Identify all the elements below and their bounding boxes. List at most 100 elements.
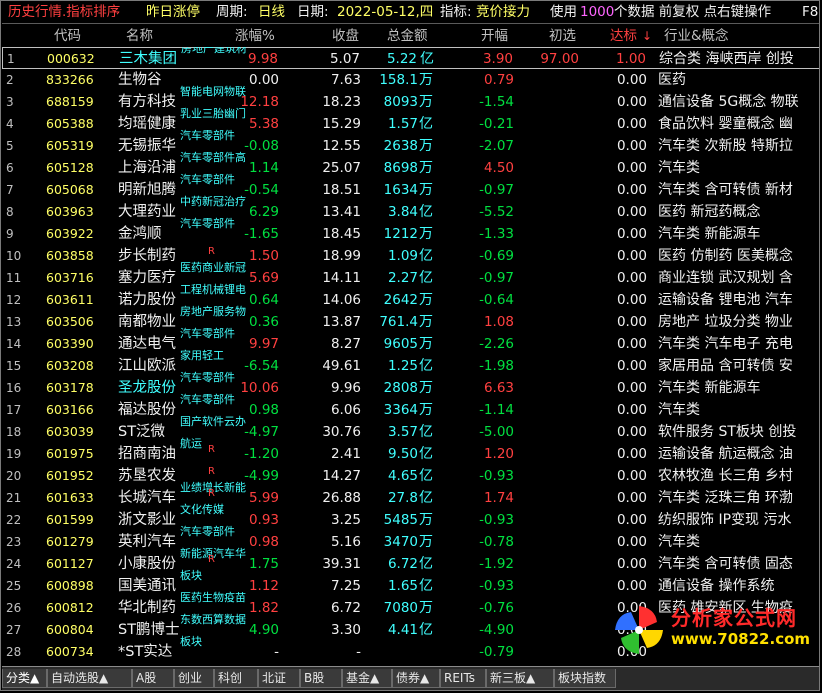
row-number: 10 <box>6 249 22 263</box>
tab-5[interactable]: 北证 <box>258 669 300 688</box>
table-row[interactable]: 2 833266 生物谷 0.00 7.63 158.1 万 0.79 0.00 医药 <box>2 69 819 91</box>
table-row[interactable]: 25 600898 国美通讯 板块 1.12 7.25 1.65 亿 -0.93 0.00 通信设备… <box>2 570 819 597</box>
turnover-amount: 4.65 <box>387 468 418 484</box>
reach-score: 0.00 <box>616 226 647 242</box>
open-pct: -0.79 <box>479 644 514 660</box>
col-initial[interactable]: 初选 <box>549 26 576 46</box>
industry-concepts: 汽车类 新能源车 <box>658 226 761 242</box>
open-pct: 1.74 <box>483 490 514 506</box>
col-open[interactable]: 开幅 <box>481 26 508 46</box>
turnover-unit: 亿 <box>419 270 433 286</box>
stock-name: 华北制药 <box>118 600 176 616</box>
open-pct: -0.64 <box>479 292 514 308</box>
concept-tag: 汽车零部件 <box>180 371 235 384</box>
initial-score: 97.00 <box>540 51 579 67</box>
table-row[interactable]: 15 603208 江山欧派 家用轻工 -6.54 49.61 1.25 亿 -1.98 0.00… <box>2 350 819 377</box>
row-number: 16 <box>6 381 22 395</box>
title-date-label: 日期: <box>297 4 329 20</box>
stock-code: 603178 <box>46 380 94 395</box>
tab-1[interactable]: 自动选股▲ <box>47 669 132 688</box>
table-row[interactable]: 24 601127 小康股份 新能源汽车华 R 1.75 39.31 6.72 亿 -1.92 0.… <box>2 548 819 575</box>
concept-tag: 工程机械锂电 <box>180 283 246 296</box>
turnover-unit: 亿 <box>420 51 434 67</box>
stock-code: 603390 <box>46 336 94 351</box>
table-row[interactable]: 12 603611 诺力股份 工程机械锂电 0.64 14.06 2642 万 -0.64 0.0… <box>2 284 819 311</box>
table-row[interactable]: 8 603963 大理药业 中药新冠治疗 6.29 13.41 3.84 亿 -5.52 0.00… <box>2 196 819 223</box>
tab-4[interactable]: 科创 <box>214 669 258 688</box>
change-pct: 0.98 <box>248 534 279 550</box>
tab-10[interactable]: 新三板▲ <box>486 669 554 688</box>
row-number: 12 <box>6 293 22 307</box>
title-date-value[interactable]: 2022-05-12,四 <box>337 2 433 23</box>
tab-7[interactable]: 基金▲ <box>342 669 392 688</box>
col-amount[interactable]: 总金额 <box>387 26 428 46</box>
table-row[interactable]: 9 603922 金鸿顺 汽车零部件 -1.65 18.45 1212 万 -1.33 0.00 汽… <box>2 218 819 245</box>
change-pct: 1.12 <box>248 578 279 594</box>
table-row[interactable]: 6 605128 上海沿浦 汽车零部件高 1.14 25.07 8698 万 4.50 0.00 汽… <box>2 152 819 179</box>
close-price: 18.99 <box>322 248 361 264</box>
col-industry[interactable]: 行业&概念 <box>664 26 729 46</box>
change-pct: 1.75 <box>248 556 279 572</box>
change-pct: 1.14 <box>248 160 279 176</box>
turnover-unit: 亿 <box>419 358 433 374</box>
table-row[interactable]: 11 603716 塞力医疗 医药商业新冠 5.69 14.11 2.27 亿 -0.97 0.0… <box>2 262 819 289</box>
change-pct: 10.06 <box>240 380 279 396</box>
table-row[interactable]: 23 601279 英利汽车 汽车零部件 0.98 5.16 3470 万 -0.78 0.00 汽… <box>2 526 819 553</box>
turnover-amount: 1212 <box>383 226 418 242</box>
close-price: 13.87 <box>322 314 361 330</box>
title-indicator-value[interactable]: 竞价接力 <box>476 2 530 23</box>
concept-tag: 乳业三胎幽门 <box>180 107 246 120</box>
table-row[interactable]: 10 603858 步长制药 R 1.50 18.99 1.09 亿 -0.69 0.00 医药 仿… <box>2 245 819 267</box>
table-row[interactable]: 16 603178 圣龙股份 汽车零部件 10.06 9.96 2808 万 6.63 0.00 汽… <box>2 372 819 399</box>
col-code[interactable]: 代码 <box>54 26 81 46</box>
table-row[interactable]: 13 603506 南都物业 房地产服务物 0.36 13.87 761.4 万 1.08 0.0… <box>2 306 819 333</box>
tab-0[interactable]: 分类▲ <box>2 669 47 688</box>
stock-table: 1 000632 三木集团 房地产建筑材 9.98 5.07 5.22 亿 3.90 97.00 1… <box>2 47 819 665</box>
title-period-value[interactable]: 日线 <box>258 2 285 23</box>
tab-2[interactable]: A股 <box>132 669 174 688</box>
concept-tag: 航运 <box>180 437 202 450</box>
table-row[interactable]: 4 605388 均瑶健康 乳业三胎幽门 5.38 15.29 1.57 亿 -0.21 0.00… <box>2 108 819 135</box>
tab-3[interactable]: 创业 <box>174 669 214 688</box>
concept-tag: 汽车零部件 <box>180 393 235 406</box>
col-reach[interactable]: 达标 <box>610 26 637 46</box>
industry-concepts: 医药 新冠药概念 <box>658 204 761 220</box>
industry-concepts: 汽车类 <box>658 534 700 550</box>
col-close[interactable]: 收盘 <box>332 26 359 46</box>
table-row[interactable]: 18 603039 ST泛微 国产软件云办 -4.97 30.76 3.57 亿 -5.00 0.… <box>2 416 819 443</box>
industry-concepts: 通信设备 5G概念 物联 <box>658 94 799 110</box>
col-name[interactable]: 名称 <box>126 26 153 46</box>
table-row[interactable]: 19 601975 招商南油 航运 R -1.20 2.41 9.50 亿 1.20 0.00 运输设… <box>2 438 819 465</box>
tab-6[interactable]: B股 <box>300 669 342 688</box>
open-pct: -0.93 <box>479 578 514 594</box>
row-number: 25 <box>6 579 22 593</box>
stock-name: 苏垦农发 <box>118 468 176 484</box>
close-price: 49.61 <box>322 358 361 374</box>
change-pct: -6.54 <box>244 358 279 374</box>
table-row[interactable]: 20 601952 苏垦农发 R -4.99 14.27 4.65 亿 -0.93 0.00 农林牧… <box>2 465 819 487</box>
tab-8[interactable]: 债券▲ <box>392 669 440 688</box>
table-row[interactable]: 22 601599 浙文影业 文化传媒 0.93 3.25 5485 万 -0.93 0.00 纺织… <box>2 504 819 531</box>
stock-name: 通达电气 <box>118 336 176 352</box>
industry-concepts: 食品饮料 婴童概念 幽 <box>658 116 793 132</box>
table-row[interactable]: 7 605068 明新旭腾 汽车零部件 -0.54 18.51 1634 万 -0.97 0.00… <box>2 174 819 201</box>
table-row[interactable]: 17 603166 福达股份 汽车零部件 0.98 6.06 3364 万 -1.14 0.00 汽… <box>2 394 819 421</box>
industry-concepts: 汽车类 <box>658 402 700 418</box>
row-number: 11 <box>6 271 22 285</box>
reach-score: 0.00 <box>616 446 647 462</box>
stock-name: 浙文影业 <box>118 512 176 528</box>
table-row[interactable]: 5 605319 无锡振华 汽车零部件 -0.08 12.55 2638 万 -2.07 0.00… <box>2 130 819 157</box>
table-row[interactable]: 21 601633 长城汽车 业绩增长新能 R 5.99 26.88 27.8 亿 1.74 0.0… <box>2 482 819 509</box>
tab-11[interactable]: 板块指数 <box>554 669 616 688</box>
tab-9[interactable]: REITs <box>440 669 486 688</box>
table-row[interactable]: 1 000632 三木集团 房地产建筑材 9.98 5.07 5.22 亿 3.90 97.00 1… <box>2 47 819 69</box>
title-data-count: 1000 <box>580 4 615 20</box>
table-row[interactable]: 14 603390 通达电气 汽车零部件 9.97 8.27 9605 万 -2.26 0.00 汽… <box>2 328 819 355</box>
title-filter[interactable]: 昨日涨停 <box>146 2 200 23</box>
reach-score: 0.00 <box>616 380 647 396</box>
col-change[interactable]: 涨幅% <box>235 26 275 46</box>
reach-score: 0.00 <box>616 270 647 286</box>
stock-code: 600804 <box>46 622 94 637</box>
close-price: 14.06 <box>322 292 361 308</box>
table-row[interactable]: 3 688159 有方科技 智能电网物联 12.18 18.23 8093 万 -1.54 0.0… <box>2 86 819 113</box>
